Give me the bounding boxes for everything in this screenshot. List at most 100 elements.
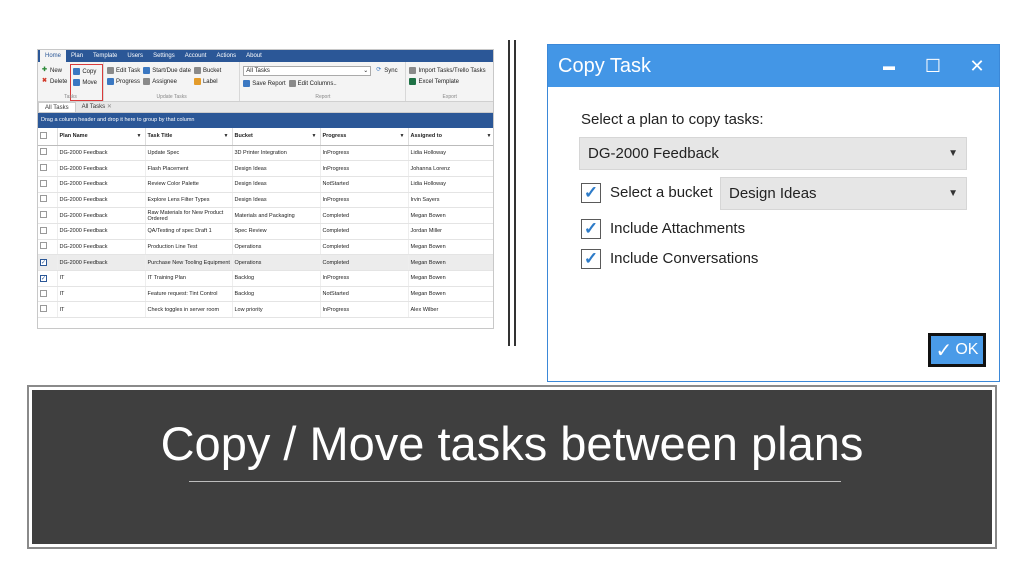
cell-bucket: Operations: [232, 239, 321, 256]
progress-button[interactable]: Progress: [107, 76, 143, 87]
row-checkbox[interactable]: ✓: [40, 259, 47, 267]
bucket-button[interactable]: Bucket: [193, 65, 224, 76]
row-checkbox-cell[interactable]: [38, 239, 58, 256]
row-checkbox[interactable]: [40, 179, 47, 187]
menu-users[interactable]: Users: [122, 50, 148, 62]
bucket-select[interactable]: Design Ideas ▼: [720, 177, 967, 210]
view-select[interactable]: All Tasks ⌄: [243, 65, 372, 76]
menu-about[interactable]: About: [241, 50, 267, 62]
close-icon[interactable]: ✕: [107, 104, 112, 110]
row-checkbox-cell[interactable]: [38, 301, 58, 319]
cell-plan-name: IT: [57, 301, 146, 319]
table-row[interactable]: DG-2000 Feedback Raw Materials for New Pr…: [38, 207, 493, 224]
cell-progress: Completed: [320, 223, 409, 240]
filter-icon[interactable]: ▼: [487, 133, 492, 139]
table-row[interactable]: IT Feature request: Tint Control Backlog No…: [38, 286, 493, 303]
table-row[interactable]: ✓ DG-2000 Feedback Purchase New Tooling Eq…: [38, 254, 493, 271]
sync-icon: ⟳: [376, 67, 382, 73]
table-row[interactable]: DG-2000 Feedback Explore Lens Filter Type…: [38, 192, 493, 209]
column-label: Assigned to: [410, 133, 442, 140]
banner-title: Copy / Move tasks between plans: [160, 417, 864, 470]
move-button[interactable]: Move: [73, 77, 100, 88]
start-due-button[interactable]: Start/Due date: [143, 65, 194, 76]
cell-plan-name: IT: [57, 270, 146, 287]
row-checkbox-cell[interactable]: [38, 286, 58, 303]
menu-account[interactable]: Account: [180, 50, 212, 62]
row-checkbox[interactable]: [40, 305, 47, 313]
select-all-header[interactable]: [38, 128, 58, 146]
edit-task-button[interactable]: Edit Task: [107, 65, 143, 76]
cell-progress: InProgress: [320, 145, 409, 162]
copy-task-dialog: Copy Task ▬ ☐ ✕ Select a plan to copy ta…: [547, 44, 1000, 382]
menu-settings[interactable]: Settings: [148, 50, 180, 62]
delete-button[interactable]: ✖ Delete: [41, 76, 70, 87]
row-checkbox[interactable]: [40, 164, 47, 172]
ok-button[interactable]: ✓ OK: [928, 333, 986, 367]
cell-plan-name: DG-2000 Feedback: [57, 192, 146, 209]
cell-bucket: Operations: [232, 254, 321, 271]
new-button[interactable]: ✚ New: [41, 65, 70, 76]
column-header-assigned-to[interactable]: Assigned to ▼: [408, 128, 493, 146]
select-all-checkbox[interactable]: [40, 131, 47, 139]
column-header-progress[interactable]: Progress ▼: [320, 128, 409, 146]
row-checkbox-cell[interactable]: [38, 223, 58, 240]
row-checkbox[interactable]: [40, 211, 47, 219]
tab-all-tasks-2[interactable]: All Tasks ✕: [76, 102, 118, 112]
row-checkbox-cell[interactable]: [38, 207, 58, 224]
row-checkbox[interactable]: [40, 226, 47, 234]
column-header-plan-name[interactable]: Plan Name ▼: [57, 128, 146, 146]
assignee-button[interactable]: Assignee: [143, 76, 194, 87]
label-icon: [193, 78, 201, 85]
cell-task-title: Production Line Test: [145, 239, 233, 256]
tab-all-tasks[interactable]: All Tasks: [38, 102, 76, 112]
table-row[interactable]: DG-2000 Feedback Flash Placement Design Id…: [38, 160, 493, 177]
copy-button[interactable]: Copy: [73, 66, 100, 77]
cell-task-title: IT Training Plan: [145, 270, 233, 287]
table-row[interactable]: DG-2000 Feedback Review Color Palette Desi…: [38, 176, 493, 193]
row-checkbox-cell[interactable]: [38, 145, 58, 162]
row-checkbox-cell[interactable]: [38, 160, 58, 177]
save-report-button[interactable]: Save Report: [243, 78, 288, 89]
row-checkbox-cell[interactable]: ✓: [38, 254, 58, 271]
maximize-button[interactable]: ☐: [911, 56, 955, 77]
row-checkbox[interactable]: [40, 195, 47, 203]
row-checkbox[interactable]: [40, 242, 47, 250]
menu-home[interactable]: Home: [40, 50, 67, 62]
group-by-hint[interactable]: Drag a column header and drop it here to…: [38, 113, 493, 128]
plan-select[interactable]: DG-2000 Feedback ▼: [579, 137, 967, 170]
label-button[interactable]: Label: [193, 76, 224, 87]
table-row[interactable]: DG-2000 Feedback Update Spec 3D Printer In…: [38, 145, 493, 162]
filter-icon[interactable]: ▼: [400, 133, 405, 139]
menu-actions[interactable]: Actions: [211, 50, 241, 62]
sync-button[interactable]: ⟳ Sync: [375, 65, 400, 76]
row-checkbox[interactable]: [40, 289, 47, 297]
menu-plan[interactable]: Plan: [66, 50, 88, 62]
plan-select-value: DG-2000 Feedback: [588, 145, 719, 162]
select-bucket-checkbox[interactable]: ✓: [581, 183, 601, 203]
filter-icon[interactable]: ▼: [312, 133, 317, 139]
filter-icon[interactable]: ▼: [224, 133, 229, 139]
close-button[interactable]: ✕: [955, 56, 999, 77]
tab-label: All Tasks: [81, 104, 106, 110]
row-checkbox-cell[interactable]: ✓: [38, 270, 58, 287]
excel-template-button[interactable]: Excel Template: [409, 76, 490, 87]
table-row[interactable]: DG-2000 Feedback Production Line Test Oper…: [38, 239, 493, 256]
row-checkbox-cell[interactable]: [38, 176, 58, 193]
chevron-down-icon: ▼: [948, 188, 958, 199]
filter-icon[interactable]: ▼: [137, 133, 142, 139]
import-button[interactable]: Import Tasks/Trello Tasks: [409, 65, 490, 76]
column-header-bucket[interactable]: Bucket ▼: [232, 128, 321, 146]
table-row[interactable]: ✓ IT IT Training Plan Backlog InProgress Mega…: [38, 270, 493, 287]
column-label: Bucket: [234, 133, 253, 140]
row-checkbox[interactable]: [40, 148, 47, 156]
row-checkbox[interactable]: ✓: [40, 274, 47, 282]
table-row[interactable]: IT Check toggles in server room Low priori…: [38, 301, 493, 319]
row-checkbox-cell[interactable]: [38, 192, 58, 209]
include-conversations-checkbox[interactable]: ✓: [581, 249, 601, 269]
column-header-task-title[interactable]: Task Title ▼: [145, 128, 233, 146]
menu-template[interactable]: Template: [88, 50, 122, 62]
include-attachments-checkbox[interactable]: ✓: [581, 219, 601, 239]
edit-columns-button[interactable]: Edit Columns..: [288, 78, 340, 89]
minimize-button[interactable]: ▬: [867, 59, 911, 73]
table-row[interactable]: DG-2000 Feedback QA/Testing of spec Draft…: [38, 223, 493, 240]
